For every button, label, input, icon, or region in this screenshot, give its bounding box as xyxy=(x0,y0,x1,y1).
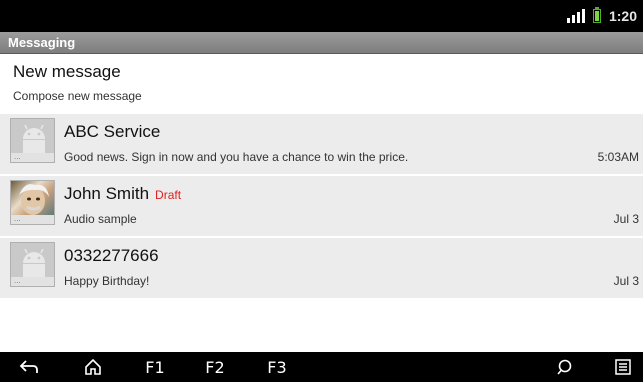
back-icon[interactable] xyxy=(14,352,44,382)
menu-icon[interactable] xyxy=(608,352,638,382)
message-snippet: Audio sample xyxy=(64,212,137,226)
f1-key[interactable]: F1 xyxy=(140,352,170,382)
f2-key[interactable]: F2 xyxy=(200,352,230,382)
f3-key[interactable]: F3 xyxy=(262,352,292,382)
conversation-list: ... ABC Service Good news. Sign in now a… xyxy=(0,114,643,300)
signal-icon xyxy=(566,9,585,23)
battery-icon xyxy=(592,7,601,23)
new-message-subtitle: Compose new message xyxy=(13,89,142,103)
contact-name: 0332277666 xyxy=(64,246,159,265)
message-time: Jul 3 xyxy=(613,212,639,226)
message-time: 5:03AM xyxy=(597,150,639,164)
message-snippet: Good news. Sign in now and you have a ch… xyxy=(64,150,409,164)
navigation-bar: F1 F2 F3 xyxy=(0,352,643,382)
conversation-row[interactable]: ... John Smith Draft Audio sample Jul 3 xyxy=(0,176,643,238)
new-message-title: New message xyxy=(13,62,121,81)
new-message-item[interactable]: New message Compose new message xyxy=(0,55,643,112)
message-snippet: Happy Birthday! xyxy=(64,274,150,288)
default-contact-icon[interactable]: ... xyxy=(10,118,55,163)
contact-photo[interactable]: ... xyxy=(10,180,55,225)
conversation-row[interactable]: ... ABC Service Good news. Sign in now a… xyxy=(0,114,643,176)
draft-label: Draft xyxy=(155,188,182,202)
contact-name: ABC Service xyxy=(64,122,161,141)
conversation-row[interactable]: ... 0332277666 Happy Birthday! Jul 3 xyxy=(0,238,643,300)
status-time: 1:20 xyxy=(608,8,637,24)
message-time: Jul 3 xyxy=(613,274,639,288)
default-contact-icon[interactable]: ... xyxy=(10,242,55,287)
home-icon[interactable] xyxy=(78,352,108,382)
contact-name: John Smith Draft xyxy=(64,184,182,203)
status-bar: 1:20 xyxy=(0,0,643,32)
search-icon[interactable] xyxy=(550,352,580,382)
app-title: Messaging xyxy=(0,32,643,54)
